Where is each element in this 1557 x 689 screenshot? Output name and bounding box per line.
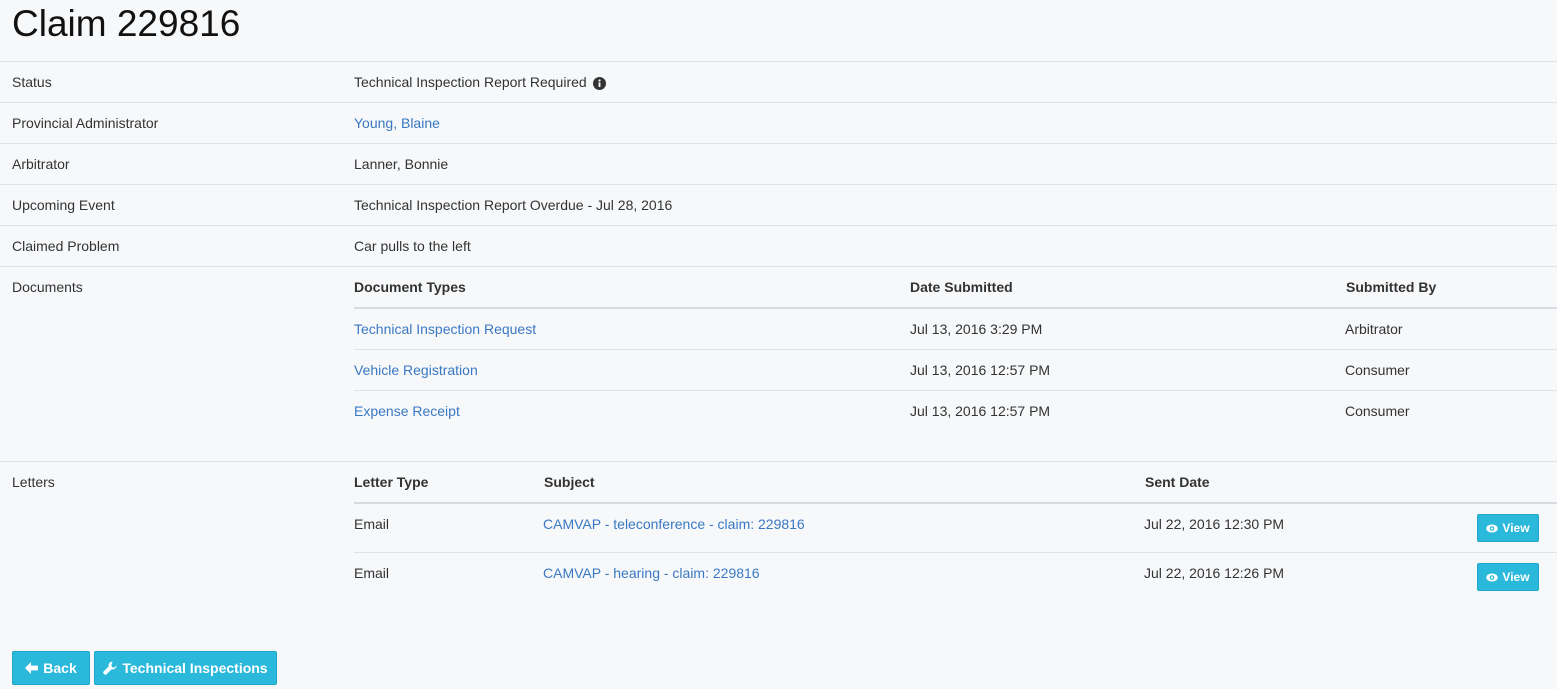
documents-label: Documents <box>12 279 83 295</box>
divider <box>0 61 1557 62</box>
divider <box>0 184 1557 185</box>
letter-subject-link[interactable]: CAMVAP - hearing - claim: 229816 <box>543 564 760 582</box>
letter-subject-link[interactable]: CAMVAP - teleconference - claim: 229816 <box>543 515 805 533</box>
arbitrator-value: Lanner, Bonnie <box>354 156 449 172</box>
view-button-label: View <box>1502 521 1530 535</box>
arrow-left-icon <box>25 662 39 674</box>
letter-sent-date: Jul 22, 2016 12:30 PM <box>1144 516 1285 532</box>
divider <box>0 143 1557 144</box>
column-header-submitted-by: Submitted By <box>1346 279 1437 295</box>
problem-label: Claimed Problem <box>12 238 120 254</box>
admin-value: Young, Blaine <box>354 114 440 132</box>
column-header-document-types: Document Types <box>354 279 466 295</box>
admin-label: Provincial Administrator <box>12 115 159 131</box>
view-button[interactable]: View <box>1477 514 1539 542</box>
problem-value: Car pulls to the left <box>354 238 471 254</box>
status-value: Technical Inspection Report Required <box>354 73 606 91</box>
header-divider <box>354 502 1557 504</box>
view-button[interactable]: View <box>1477 563 1539 591</box>
divider <box>0 102 1557 103</box>
divider <box>0 461 1557 462</box>
status-label: Status <box>12 74 52 90</box>
eye-icon <box>1486 573 1499 581</box>
view-button-label: View <box>1502 570 1530 584</box>
status-text: Technical Inspection Report Required <box>354 74 587 90</box>
event-label: Upcoming Event <box>12 197 115 213</box>
info-circle-icon[interactable] <box>592 76 606 90</box>
claim-page: Claim 229816 Status Technical Inspection… <box>0 0 1557 689</box>
divider <box>0 266 1557 267</box>
column-header-date-submitted: Date Submitted <box>910 279 1013 295</box>
divider <box>0 225 1557 226</box>
technical-inspections-button[interactable]: Technical Inspections <box>94 651 277 685</box>
wrench-icon <box>103 661 117 675</box>
document-date: Jul 13, 2016 12:57 PM <box>910 403 1051 419</box>
divider <box>354 349 1557 350</box>
column-header-sent-date: Sent Date <box>1145 474 1210 490</box>
admin-link[interactable]: Young, Blaine <box>354 114 440 132</box>
arbitrator-label: Arbitrator <box>12 156 70 172</box>
header-divider <box>354 307 1557 309</box>
column-header-subject: Subject <box>544 474 595 490</box>
event-value: Technical Inspection Report Overdue - Ju… <box>354 197 673 213</box>
back-button[interactable]: Back <box>12 651 90 685</box>
document-date: Jul 13, 2016 12:57 PM <box>910 362 1051 378</box>
document-submitter: Consumer <box>1345 362 1410 378</box>
letter-sent-date: Jul 22, 2016 12:26 PM <box>1144 565 1285 581</box>
document-link[interactable]: Vehicle Registration <box>354 361 478 379</box>
document-submitter: Arbitrator <box>1345 321 1403 337</box>
document-link[interactable]: Technical Inspection Request <box>354 320 536 338</box>
column-header-letter-type: Letter Type <box>354 474 429 490</box>
document-date: Jul 13, 2016 3:29 PM <box>910 321 1043 337</box>
divider <box>354 552 1557 553</box>
divider <box>354 390 1557 391</box>
back-button-label: Back <box>43 660 77 676</box>
eye-icon <box>1486 524 1499 532</box>
page-title: Claim 229816 <box>12 3 241 44</box>
letter-type: Email <box>354 565 390 581</box>
document-link[interactable]: Expense Receipt <box>354 402 460 420</box>
technical-inspections-label: Technical Inspections <box>122 660 268 676</box>
letters-label: Letters <box>12 474 55 490</box>
document-submitter: Consumer <box>1345 403 1410 419</box>
letter-type: Email <box>354 516 390 532</box>
